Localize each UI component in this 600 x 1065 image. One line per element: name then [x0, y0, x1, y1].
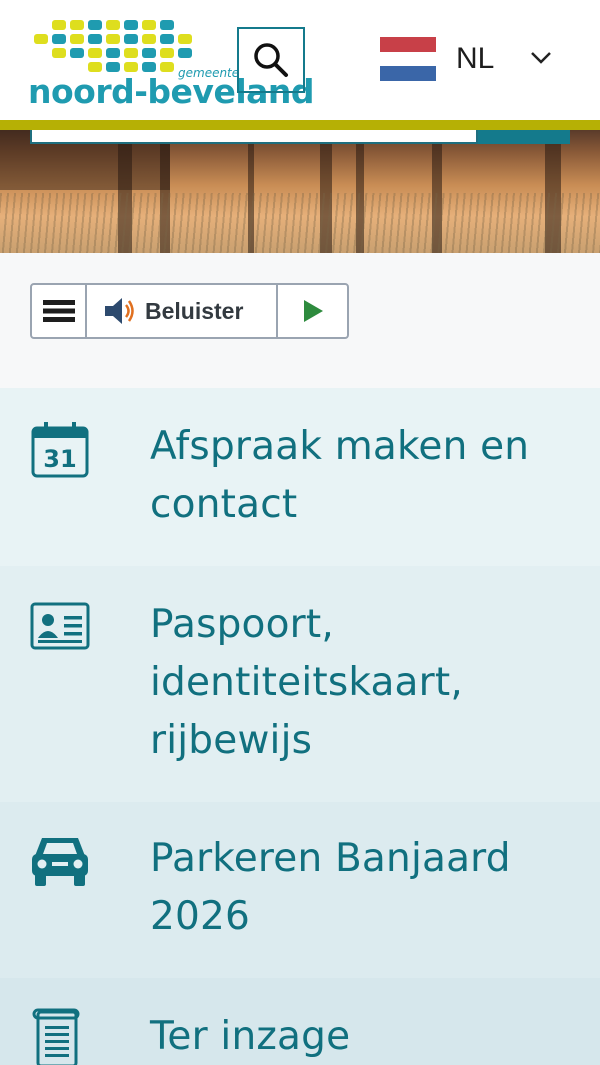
- readspeaker-play-button[interactable]: [278, 285, 347, 337]
- search-button[interactable]: [237, 27, 305, 93]
- readspeaker-menu-button[interactable]: [32, 285, 87, 337]
- calendar-day: 31: [43, 445, 76, 473]
- id-card-icon: [30, 602, 90, 650]
- tile-label: Ter inzage: [150, 1014, 351, 1059]
- site-header: gemeente noord-beveland NL: [0, 0, 600, 120]
- header-accent-bar: [0, 120, 600, 130]
- tile-paspoort[interactable]: Paspoort, identiteitskaart, rijbewijs: [0, 566, 600, 802]
- tile-parkeren[interactable]: Parkeren Banjaard 2026: [0, 802, 600, 978]
- menu-icon: [42, 300, 75, 322]
- car-icon: [32, 838, 88, 886]
- search-icon: [254, 43, 288, 77]
- hero-search-button[interactable]: [478, 130, 570, 144]
- language-selector[interactable]: NL: [380, 36, 551, 82]
- readspeaker-listen-label: Beluister: [145, 297, 244, 324]
- tile-ter-inzage[interactable]: Ter inzage: [0, 978, 600, 1065]
- tile-afspraak-maken[interactable]: 31 Afspraak maken en contact: [0, 388, 600, 566]
- speaker-icon: [105, 298, 134, 324]
- tile-label: Parkeren Banjaard 2026: [150, 836, 511, 939]
- netherlands-flag-icon: [380, 37, 436, 82]
- language-code: NL: [456, 42, 495, 75]
- tile-label: Afspraak maken en contact: [150, 424, 530, 527]
- chevron-down-icon: [531, 52, 551, 64]
- readspeaker-player: Beluister: [30, 283, 349, 339]
- readspeaker-listen-button[interactable]: Beluister: [87, 285, 278, 337]
- play-icon: [303, 300, 323, 322]
- document-icon: [32, 1008, 80, 1065]
- calendar-icon: 31: [31, 422, 89, 478]
- hero-image: [0, 130, 600, 253]
- tile-label: Paspoort, identiteitskaart, rijbewijs: [150, 602, 463, 763]
- hero-search-input[interactable]: [30, 130, 478, 144]
